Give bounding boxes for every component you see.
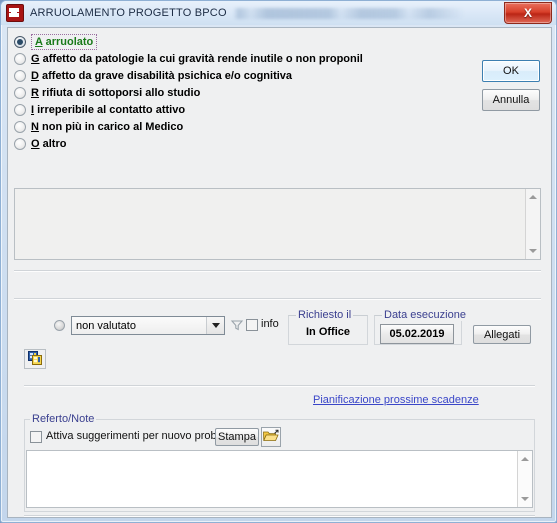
open-folder-icon <box>263 429 279 446</box>
cancel-button[interactable]: Annulla <box>482 89 540 111</box>
radio-option-label: A arruolato <box>31 33 98 50</box>
title-bar: ARRUOLAMENTO PROGETTO BPCO X <box>1 1 556 25</box>
radio-option-label: N non più in carico al Medico <box>31 120 183 134</box>
enrollment-status-radio-group: A arruolato G affetto da patologie la cu… <box>14 33 414 152</box>
option-text: irreperibile al contatto attivo <box>34 103 186 116</box>
title-redacted-patient-info <box>232 7 473 19</box>
mnemonic-letter: R <box>31 86 39 99</box>
radio-option-label: I irreperibile al contatto attivo <box>31 103 185 117</box>
radio-indicator <box>14 35 26 48</box>
attachments-button[interactable]: Allegati <box>473 325 531 344</box>
section-divider-3 <box>24 385 535 387</box>
dialog-window: ARRUOLAMENTO PROGETTO BPCO X A arruolato… <box>0 0 557 523</box>
requested-value: In Office <box>305 326 350 338</box>
option-text: arruolato <box>42 35 94 48</box>
radio-option-i-irreperibile[interactable]: I irreperibile al contatto attivo <box>14 101 414 118</box>
dialog-client-area: A arruolato G affetto da patologie la cu… <box>7 27 552 518</box>
referto-caption: Referto/Note <box>30 413 97 425</box>
chevron-down-icon[interactable] <box>206 317 224 334</box>
copy-records-icon <box>27 350 43 368</box>
radio-option-a-arruolato[interactable]: A arruolato <box>14 33 414 50</box>
radio-indicator <box>14 103 26 116</box>
radio-option-label: R rifiuta di sottoporsi allo studio <box>31 86 200 100</box>
radio-indicator <box>14 52 26 65</box>
option-text: rifiuta di sottoporsi allo studio <box>38 86 201 99</box>
evaluation-combobox[interactable]: non valutato <box>71 316 225 335</box>
radio-option-label: D affetto da grave disabilità psichica e… <box>31 69 292 83</box>
info-checkbox[interactable] <box>246 319 258 331</box>
scroll-up-arrow-icon[interactable] <box>526 190 540 204</box>
plan-next-deadlines-link[interactable]: Pianificazione prossime scadenze <box>313 394 479 406</box>
open-folder-icon-button[interactable] <box>261 427 281 447</box>
radio-option-n-non-in-carico[interactable]: N non più in carico al Medico <box>14 118 414 135</box>
scroll-up-arrow-icon[interactable] <box>518 452 532 466</box>
window-title: ARRUOLAMENTO PROGETTO BPCO <box>30 7 227 19</box>
section-divider-1 <box>14 270 541 272</box>
readonly-note-box[interactable] <box>14 188 541 260</box>
option-text: affetto da patologie la cui gravità rend… <box>39 52 363 65</box>
radio-indicator <box>14 86 26 99</box>
ok-button[interactable]: OK <box>482 60 540 82</box>
radio-option-d-disabilita[interactable]: D affetto da grave disabilità psichica e… <box>14 67 414 84</box>
close-button[interactable]: X <box>504 2 552 24</box>
mnemonic-letter: O <box>31 137 40 150</box>
requested-caption: Richiesto il <box>296 309 354 321</box>
radio-option-r-rifiuta[interactable]: R rifiuta di sottoporsi allo studio <box>14 84 414 101</box>
execution-date-button[interactable]: 05.02.2019 <box>380 324 454 344</box>
radio-option-label: O altro <box>31 137 66 151</box>
radio-indicator <box>14 120 26 133</box>
radio-option-g-gravita[interactable]: G affetto da patologie la cui gravità re… <box>14 50 414 67</box>
mnemonic-letter: N <box>31 120 39 133</box>
option-text: altro <box>39 137 67 150</box>
mnemonic-letter: A <box>35 35 43 48</box>
section-divider-2 <box>14 298 541 300</box>
radio-option-label: G affetto da patologie la cui gravità re… <box>31 52 363 66</box>
info-checkbox-label: info <box>261 318 279 330</box>
mnemonic-letter: G <box>31 52 40 65</box>
radio-indicator <box>14 69 26 82</box>
option-text: non più in carico al Medico <box>38 120 184 133</box>
evaluation-combobox-value: non valutato <box>76 319 136 332</box>
scroll-down-arrow-icon[interactable] <box>526 244 540 258</box>
radio-indicator <box>14 137 26 150</box>
execution-caption: Data esecuzione <box>382 309 468 321</box>
radio-option-o-altro[interactable]: O altro <box>14 135 414 152</box>
enable-suggestions-checkbox[interactable] <box>30 431 42 443</box>
filter-funnel-icon[interactable] <box>230 318 244 332</box>
referto-textarea[interactable] <box>26 450 533 508</box>
copy-records-icon-button[interactable] <box>24 349 46 369</box>
note-box-scrollbar[interactable] <box>525 189 540 259</box>
print-button[interactable]: Stampa <box>215 428 259 446</box>
option-text: affetto da grave disabilità psichica e/o… <box>38 69 293 82</box>
evaluation-radio-indicator[interactable] <box>54 320 65 331</box>
referto-scrollbar[interactable] <box>517 451 532 507</box>
scroll-down-arrow-icon[interactable] <box>518 492 532 506</box>
mnemonic-letter: D <box>31 69 39 82</box>
app-castle-icon <box>6 4 24 22</box>
section-divider-4 <box>24 515 535 517</box>
enable-suggestions-label: Attiva suggerimenti per nuovo problema <box>46 430 241 442</box>
